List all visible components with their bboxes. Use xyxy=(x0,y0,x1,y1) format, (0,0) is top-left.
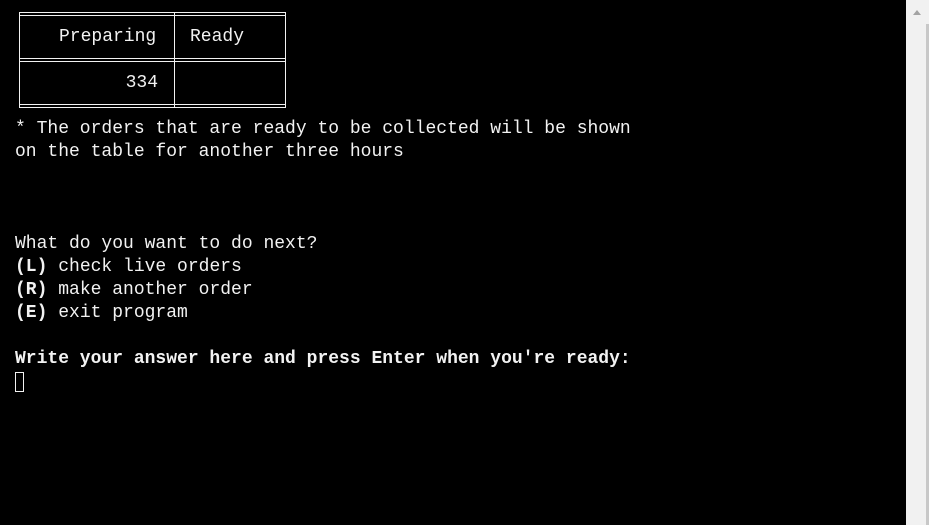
menu-option-label: make another order xyxy=(58,280,253,300)
table-border-bottom xyxy=(19,104,286,105)
table-border-top xyxy=(19,12,286,13)
table-border-top-inner xyxy=(19,15,286,16)
table-border-left xyxy=(19,12,20,108)
vertical-scrollbar[interactable] xyxy=(906,0,929,525)
answer-prompt: Write your answer here and press Enter w… xyxy=(15,349,631,369)
menu-option-live-orders: (L) check live orders xyxy=(15,256,242,279)
scroll-up-arrow-icon[interactable] xyxy=(906,0,929,24)
menu-question: What do you want to do next? xyxy=(15,234,318,254)
table-header-separator-inner xyxy=(19,61,286,62)
note-line-2: on the table for another three hours xyxy=(15,142,404,162)
table-cell-preparing: 334 xyxy=(125,73,158,93)
table-header-ready: Ready xyxy=(190,27,245,47)
menu-option-key: (L) xyxy=(15,257,48,277)
terminal-window[interactable]: Preparing Ready 334 * The orders that ar… xyxy=(0,0,906,525)
note-line-1: * The orders that are ready to be collec… xyxy=(15,119,631,139)
menu-option-label: check live orders xyxy=(58,257,242,277)
menu-option-label: exit program xyxy=(58,303,188,323)
menu-option-key: (E) xyxy=(15,303,48,323)
table-header-preparing: Preparing xyxy=(59,27,157,47)
menu-option-key: (R) xyxy=(15,280,48,300)
menu-option-exit: (E) exit program xyxy=(15,302,188,325)
input-cursor[interactable] xyxy=(15,372,24,392)
table-border-right xyxy=(285,12,286,108)
orders-table: Preparing Ready 334 xyxy=(19,12,286,108)
table-border-bottom-inner xyxy=(19,107,286,108)
table-column-divider xyxy=(174,12,175,108)
menu-option-another-order: (R) make another order xyxy=(15,279,253,302)
table-header-separator xyxy=(19,58,286,59)
